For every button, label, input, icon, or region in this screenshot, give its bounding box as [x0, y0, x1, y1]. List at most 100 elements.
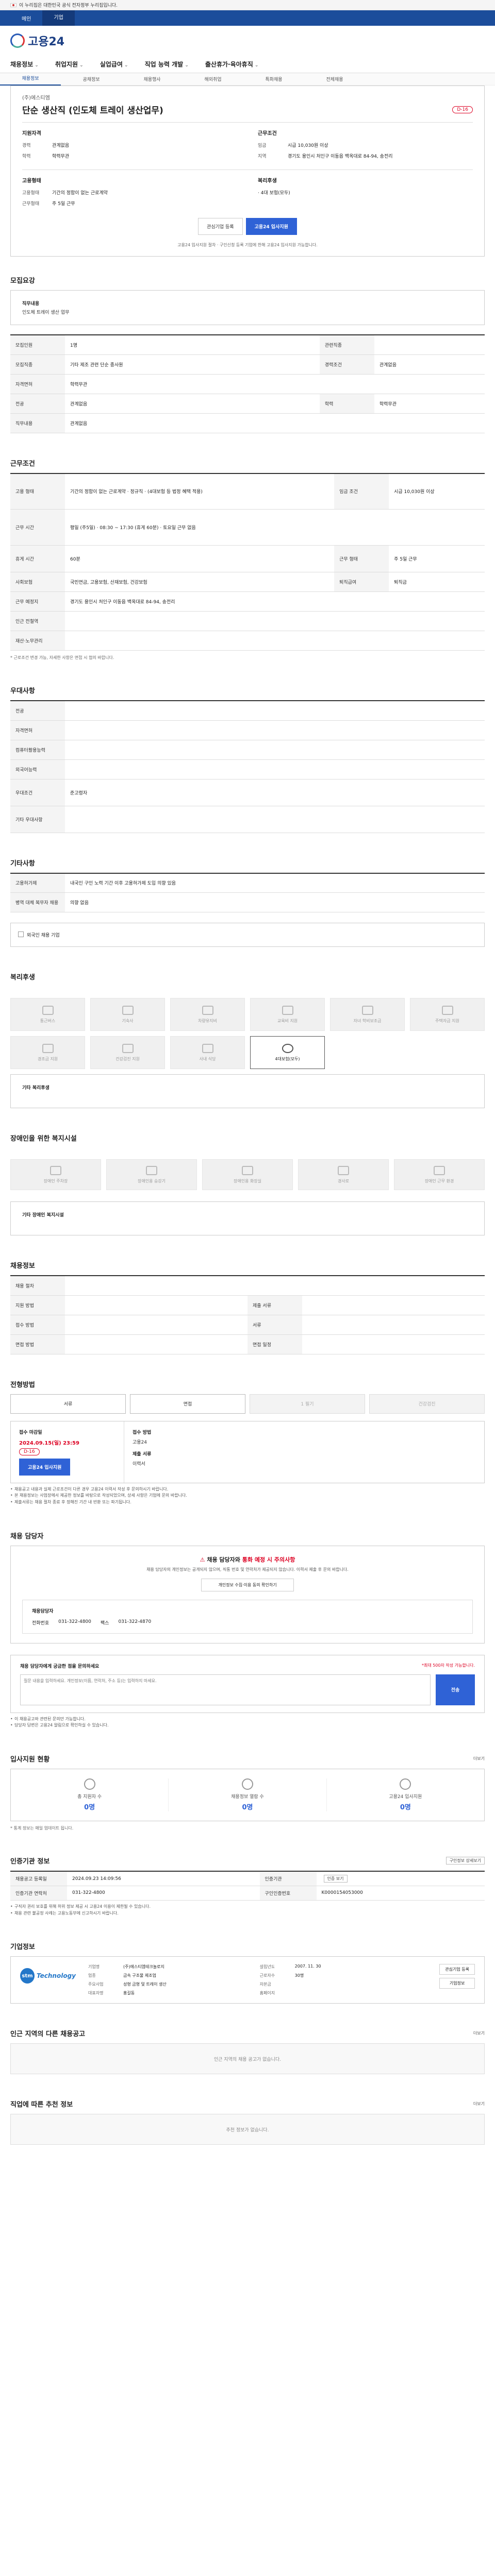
- note-item: 제출서류는 채용 절차 종료 후 정해진 기간 내 반환 또는 파기됩니다.: [10, 1499, 485, 1506]
- more-link[interactable]: 더보기: [473, 2030, 485, 2036]
- note-item: 채용공고 내용과 실제 근로조건이 다른 경우 고용24 이력서 작성 후 문의…: [10, 1486, 485, 1493]
- info-key: 설립년도: [259, 1964, 275, 1970]
- qual-header: 지원자격: [22, 131, 41, 137]
- warn-highlight: 통화 예정 시 주의사항: [242, 1556, 295, 1563]
- subnav-item[interactable]: 해외취업: [183, 76, 243, 82]
- info-key: 업종: [88, 1973, 96, 1978]
- qa-title: 채용 담당자에게 궁금한 점을 문의하세요: [20, 1664, 100, 1669]
- cell-value: [65, 720, 485, 740]
- access-label: 경사로: [337, 1178, 350, 1183]
- privacy-consent-button[interactable]: 개인정보 수집·이용 동의 확인하기: [201, 1578, 294, 1591]
- parking-icon: [50, 1165, 61, 1175]
- nearby-jobs-empty: 인근 지역의 채용 공고가 없습니다.: [10, 2043, 485, 2075]
- subnav-item[interactable]: 특화채용: [243, 76, 304, 82]
- welfare-item-active: 4대보험(모두): [250, 1036, 325, 1069]
- cell-value: 관계없음: [65, 413, 320, 433]
- welfare-item: 주택자금 지원: [410, 998, 485, 1031]
- cell-key: 근무 예정지: [10, 591, 65, 612]
- cell-value: [65, 1315, 248, 1335]
- access-label: 장애인용 화장실: [233, 1178, 262, 1183]
- nav-unemployment[interactable]: 실업급여: [100, 60, 128, 69]
- company-box: stm Technology 기업명 (주)에스티엠테크놀로지 설립년도 2007. …: [10, 1956, 485, 2004]
- interest-company-button[interactable]: 관심기업 등록: [198, 218, 243, 235]
- welfare-item: 사내 식당: [170, 1036, 245, 1069]
- nav-training[interactable]: 직업 능력 개발: [145, 60, 189, 69]
- stat-item: 총 지원자 수 0명: [11, 1778, 169, 1812]
- logo-icon: [10, 33, 25, 48]
- section-title: 전형방법: [10, 1381, 35, 1389]
- kv-key: 학력: [22, 154, 31, 159]
- site-logo[interactable]: 고용24: [0, 26, 495, 56]
- cell-key: 고용 형태: [10, 473, 65, 510]
- kv-key: 경력: [22, 143, 31, 148]
- cell-value: 경기도 용인시 처인구 이동읍 백옥대로 84-94, 송전리: [65, 591, 485, 612]
- kv-value: 학력무관: [52, 154, 70, 159]
- section-title: 인증기관 정보: [10, 1858, 50, 1866]
- welfare-label: 교육비 지원: [277, 1018, 298, 1023]
- qa-send-button[interactable]: 전송: [436, 1674, 475, 1705]
- subnav-item[interactable]: 채용정보: [0, 73, 61, 86]
- stats-note: * 통계 정보는 매일 업데이트 됩니다.: [10, 1826, 74, 1831]
- box-label: 기타 장애인 복지시설: [22, 1213, 64, 1218]
- method-label: 접수 방법: [133, 1430, 152, 1435]
- kv-key: 고용형태: [22, 191, 40, 196]
- qa-textarea[interactable]: [20, 1674, 431, 1705]
- stat-label: 고용24 입사지원: [389, 1794, 422, 1800]
- company-logo: stm Technology: [20, 1964, 76, 1988]
- nav-support[interactable]: 취업지원: [55, 60, 84, 69]
- fax-value: 031-322-4870: [118, 1619, 152, 1624]
- cell-value: [65, 759, 485, 779]
- dday-badge: D-16: [452, 106, 473, 113]
- tab-company[interactable]: 기업: [42, 10, 75, 26]
- cell-key: 구인인증번호: [259, 1886, 317, 1901]
- cell-key: 휴게 시간: [10, 545, 65, 572]
- access-item: 장애인용 화장실: [202, 1159, 293, 1190]
- info-key: 자본금: [259, 1982, 271, 1987]
- info-value: 30명: [294, 1973, 304, 1978]
- welfare-label: 건강검진 지원: [116, 1056, 140, 1061]
- foreigner-checkbox[interactable]: 외국인 채용 기업: [10, 923, 485, 947]
- contact-detail: 채용담당자 전화번호 031-322-4800 팩스 031-322-4870: [22, 1599, 473, 1634]
- warning-icon: ⚠: [200, 1556, 207, 1563]
- contact-box: ⚠ 채용 담당자와 통화 예정 시 주의사항 채용 담당자의 개인정보는 공개되…: [10, 1545, 485, 1643]
- box-label: 기타 복리후생: [22, 1086, 50, 1091]
- kv-value: 기간의 정함이 없는 근로계약: [52, 191, 108, 196]
- cell-key: 지원 방법: [10, 1295, 65, 1315]
- cell-value: [65, 740, 485, 760]
- cell-key: 서류: [248, 1315, 302, 1335]
- company-info-button[interactable]: 기업정보: [439, 1978, 475, 1989]
- tab-main[interactable]: 메인: [10, 14, 42, 22]
- more-link[interactable]: 더보기: [473, 1756, 485, 1761]
- more-link[interactable]: 더보기: [473, 2101, 485, 2107]
- interest-company-button[interactable]: 관심기업 등록: [439, 1964, 475, 1975]
- cell-value: 기타 제조 관련 단순 종사원: [65, 354, 320, 375]
- section-title: 직업에 따른 추천 정보: [10, 2101, 73, 2109]
- detail-button[interactable]: 구인정보 상세보기: [446, 1857, 485, 1865]
- fax-label: 팩스: [100, 1620, 109, 1626]
- subnav-item[interactable]: 공채정보: [61, 76, 122, 82]
- stat-value: 0명: [84, 1804, 95, 1812]
- cell-value: [302, 1334, 485, 1354]
- apply-button[interactable]: 고용24 입사지원: [245, 218, 297, 235]
- main-nav: 채용정보 취업지원 실업급여 직업 능력 개발 출산휴가·육아휴직: [0, 56, 495, 73]
- welfare-label: 기숙사: [122, 1018, 134, 1023]
- company-name[interactable]: (주)에스티엠: [22, 93, 473, 101]
- subnav-item[interactable]: 전체채용: [304, 76, 365, 82]
- nav-leave[interactable]: 출산휴가·육아휴직: [205, 60, 259, 69]
- subnav-item[interactable]: 채용행사: [122, 76, 183, 82]
- house-icon: [441, 1005, 453, 1015]
- welfare-label: 통근버스: [40, 1018, 56, 1023]
- apply-button[interactable]: 고용24 입사지원: [19, 1458, 71, 1476]
- eye-icon: [241, 1778, 253, 1790]
- info-key: 홈페이지: [259, 1991, 275, 1996]
- cell-value: [65, 701, 485, 721]
- welfare-item: 건강검진 지원: [90, 1036, 165, 1069]
- gov-banner: 이 누리집은 대한민국 공식 전자정부 누리집입니다.: [0, 0, 495, 10]
- welfare-label: 자녀 학비보조금: [353, 1018, 382, 1023]
- nav-jobs[interactable]: 채용정보: [10, 60, 39, 69]
- cert-view-button[interactable]: 인증 보기: [323, 1875, 348, 1883]
- logo-text: 고용24: [28, 36, 65, 48]
- cell-key: 고용허가제: [10, 873, 65, 893]
- section-title: 기타사항: [10, 859, 35, 868]
- hiring-info-table: 채용 절차 지원 방법 제출 서류 접수 방법 서류 면접 방법 면접 일정: [10, 1275, 485, 1354]
